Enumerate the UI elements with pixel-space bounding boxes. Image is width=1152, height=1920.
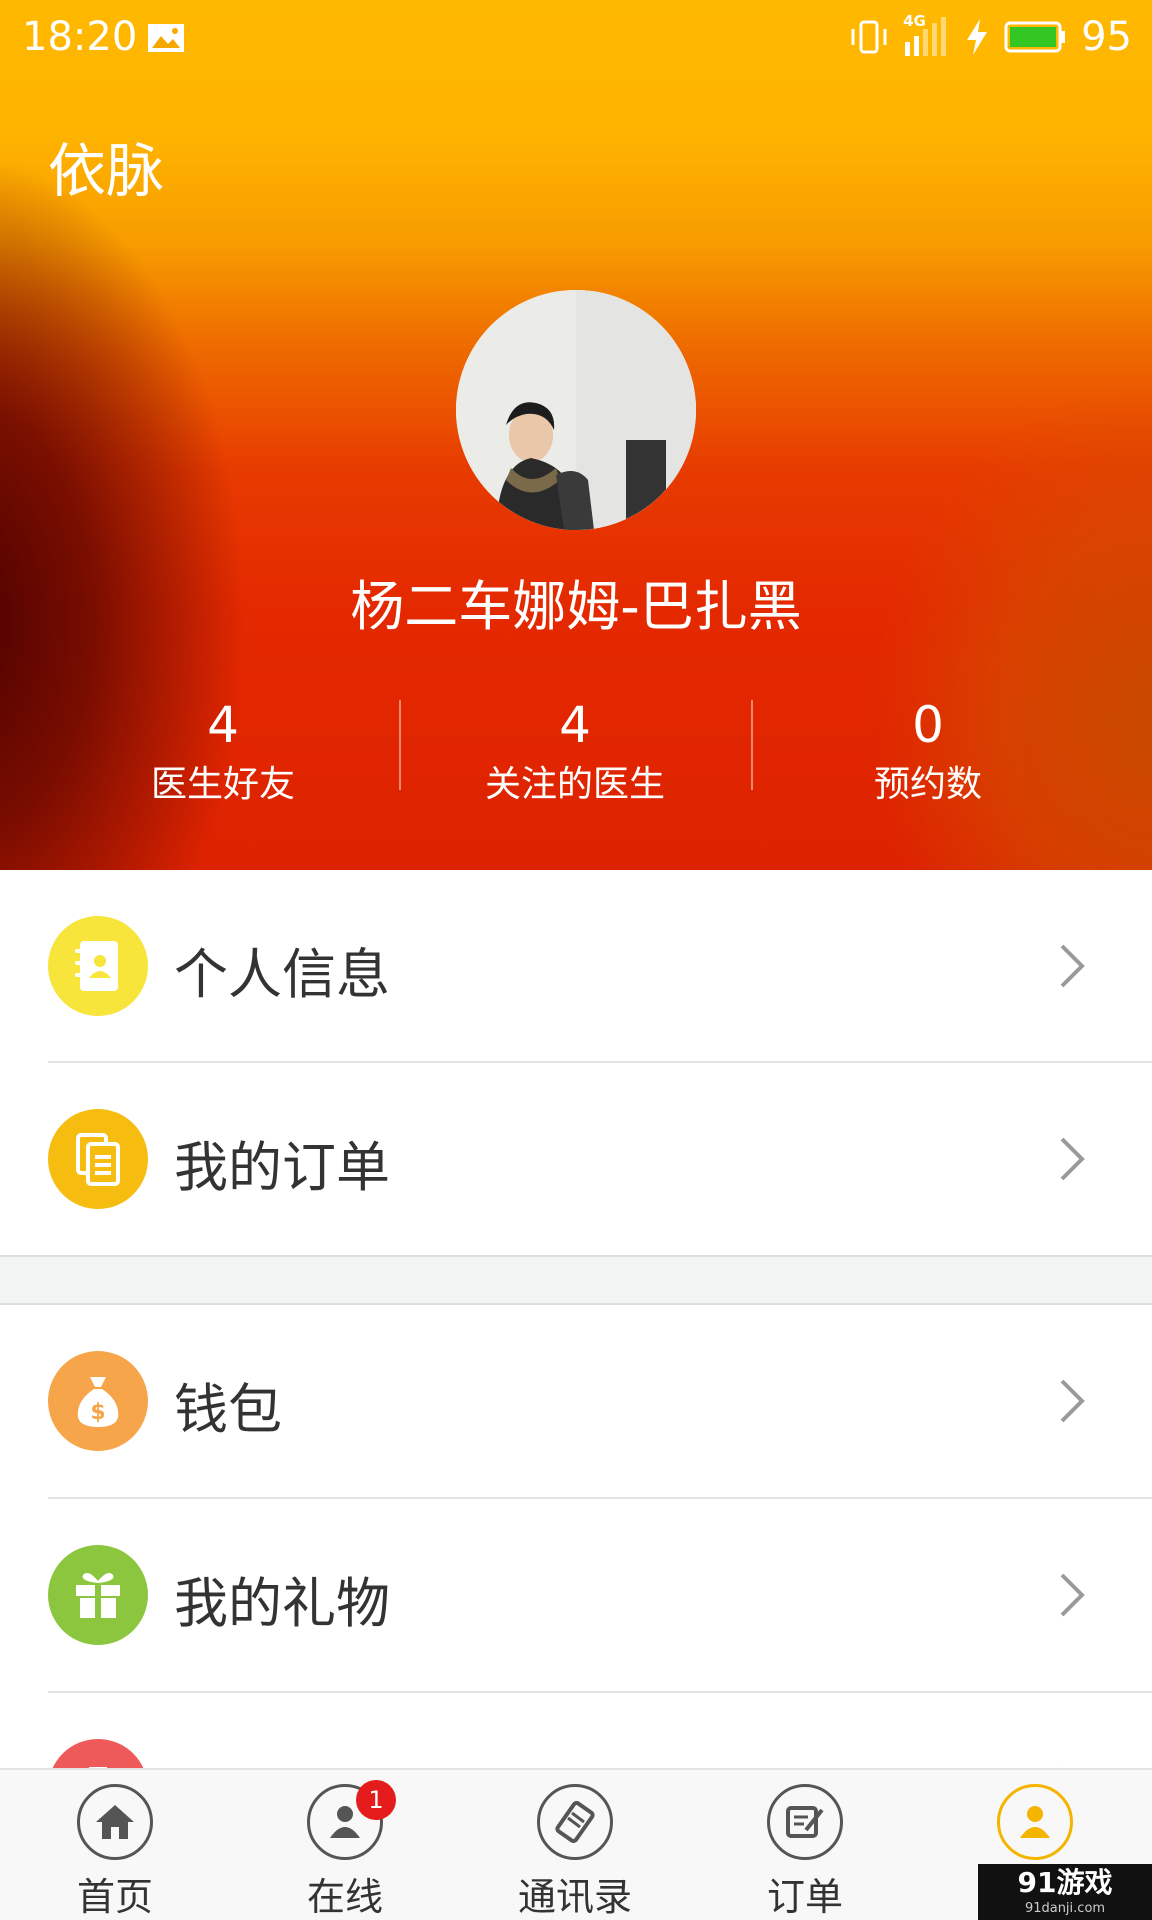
status-time: 18:20	[22, 14, 138, 60]
avatar-photo	[456, 290, 696, 530]
nav-label: 通讯录	[517, 1875, 632, 1919]
menu-item-my-orders[interactable]: 我的订单	[0, 1063, 1152, 1255]
stat-label: 关注的医生	[484, 764, 665, 805]
battery-percent: 95	[1081, 14, 1132, 60]
stat-appointments[interactable]: 0 预约数	[778, 690, 1078, 810]
gift-icon	[48, 1545, 148, 1645]
status-right: 4G 95	[849, 12, 1132, 60]
nav-label: 在线	[306, 1875, 383, 1919]
nav-label: 首页	[76, 1875, 153, 1919]
stats-row: 4 医生好友 4 关注的医生 0 预约数	[0, 690, 1152, 820]
app-title: 依脉	[48, 137, 165, 205]
app-screen: 18:20 4G 95 依脉 杨二车娜姆-巴扎黑 4 医生好友 4 关注的医生 …	[0, 0, 1152, 1920]
stat-label: 医生好友	[150, 764, 295, 805]
stat-followed-doctors[interactable]: 4 关注的医生	[425, 690, 725, 810]
menu-item-personal-info[interactable]: 个人信息	[0, 870, 1152, 1062]
user-name: 杨二车娜姆-巴扎黑	[350, 575, 802, 638]
chevron-right-icon	[1060, 944, 1085, 988]
stat-divider	[399, 700, 401, 790]
battery-icon	[1004, 21, 1066, 53]
stat-value: 4	[207, 696, 239, 754]
chevron-right-icon	[1060, 1137, 1085, 1181]
home-icon	[77, 1784, 153, 1860]
documents-icon	[48, 1109, 148, 1209]
menu-label: 我的礼物	[174, 1572, 390, 1635]
menu-label: 钱包	[174, 1378, 282, 1441]
section-separator	[0, 1255, 1152, 1305]
avatar[interactable]	[456, 290, 696, 530]
order-edit-icon	[767, 1784, 843, 1860]
vibrate-icon	[851, 20, 887, 54]
profile-header: 18:20 4G 95 依脉 杨二车娜姆-巴扎黑 4 医生好友 4 关注的医生 …	[0, 0, 1152, 870]
user-profile-icon	[997, 1784, 1073, 1860]
watermark-brand: 91游戏	[1017, 1866, 1113, 1899]
notification-badge: 1	[356, 1780, 396, 1820]
watermark-url: 91danji.com	[1024, 1901, 1106, 1916]
menu-label: 我的订单	[174, 1136, 390, 1199]
nav-tab-online[interactable]: 1 在线	[230, 1770, 460, 1920]
status-bar: 18:20 4G 95	[0, 0, 1152, 74]
contact-book-icon	[48, 916, 148, 1016]
chevron-right-icon	[1060, 1379, 1085, 1423]
stat-doctor-friends[interactable]: 4 医生好友	[73, 690, 373, 810]
nav-tab-contacts[interactable]: 通讯录	[460, 1770, 690, 1920]
phone-book-icon	[537, 1784, 613, 1860]
signal-icon: 4G	[903, 12, 951, 58]
image-icon	[148, 24, 184, 52]
nav-label: 订单	[766, 1875, 843, 1919]
stat-value: 0	[912, 696, 944, 754]
money-bag-icon: $	[48, 1351, 148, 1451]
menu-item-wallet[interactable]: $ 钱包	[0, 1305, 1152, 1497]
nav-tab-home[interactable]: 首页	[0, 1770, 230, 1920]
chevron-right-icon	[1060, 1573, 1085, 1617]
stat-divider	[751, 700, 753, 790]
svg-text:$: $	[90, 1400, 105, 1425]
menu-label: 个人信息	[174, 943, 390, 1006]
menu-item-my-gifts[interactable]: 我的礼物	[0, 1499, 1152, 1691]
watermark: 91游戏 91danji.com	[978, 1864, 1152, 1920]
stat-value: 4	[559, 696, 591, 754]
charging-icon	[967, 19, 988, 55]
stat-label: 预约数	[873, 764, 982, 805]
nav-tab-orders[interactable]: 订单	[690, 1770, 920, 1920]
